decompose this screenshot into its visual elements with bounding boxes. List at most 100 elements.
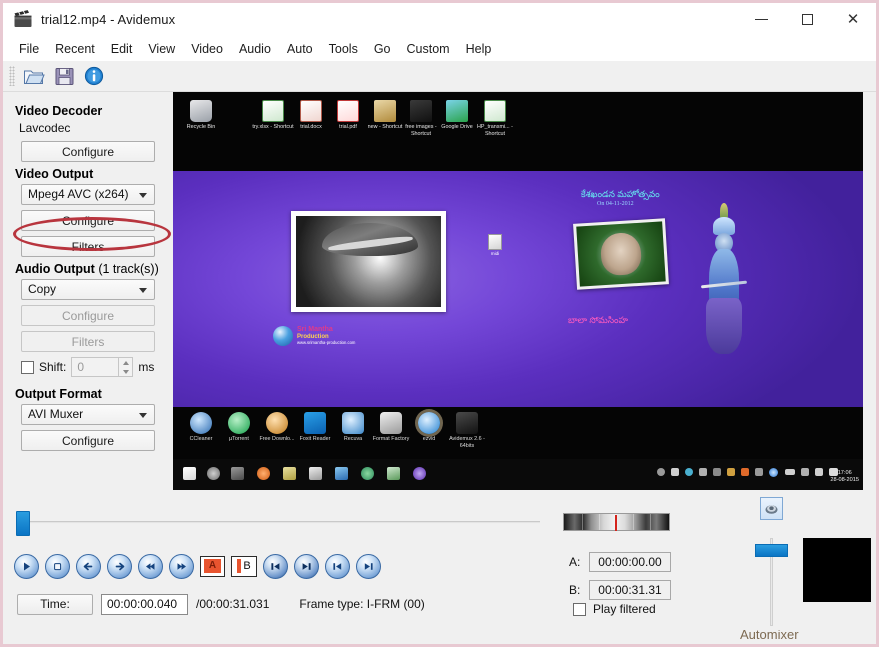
selection-b-row: B: 00:00:31.31 [569, 580, 671, 600]
timeline-slider[interactable] [12, 508, 540, 536]
output-format-configure-button[interactable]: Configure [21, 430, 155, 451]
play-filtered-label: Play filtered [593, 602, 656, 616]
preview-overlay-date: On 04-11-2012 [597, 201, 634, 207]
tray-icon-2 [671, 468, 679, 476]
toolbar-drag-handle[interactable] [9, 66, 15, 86]
menu-custom[interactable]: Custom [399, 39, 458, 59]
recuva-icon [342, 412, 364, 434]
menu-view[interactable]: View [140, 39, 183, 59]
menu-video[interactable]: Video [183, 39, 231, 59]
marker-b-button[interactable]: B [231, 555, 257, 577]
audio-output-configure-button[interactable]: Configure [21, 305, 155, 326]
video-output-filters-button[interactable]: Filters [21, 236, 155, 257]
menu-tools[interactable]: Tools [321, 39, 366, 59]
audio-shift-checkbox[interactable] [21, 360, 34, 374]
current-time-input[interactable]: 00:00:00.040 [101, 593, 188, 615]
desktop-icon-recycle-bin: Recycle Bin [179, 100, 223, 131]
timeline-track[interactable] [24, 521, 540, 524]
menu-recent[interactable]: Recent [47, 39, 103, 59]
music-note-icon [410, 100, 432, 122]
audio-output-track-count: (1 track(s)) [98, 262, 159, 276]
ccleaner-icon [190, 412, 212, 434]
audio-shift-stepper[interactable]: 0 [71, 357, 134, 377]
start-button-icon [183, 467, 196, 480]
volume-tray-icon [815, 468, 823, 476]
format-factory-icon [380, 412, 402, 434]
file-icon [488, 234, 502, 250]
last-frame-button[interactable] [356, 553, 381, 579]
dhoti-shape [706, 298, 742, 354]
audio-shift-row: Shift: 0 ms [21, 357, 161, 377]
previous-button[interactable] [76, 553, 101, 579]
minimize-button[interactable] [738, 3, 784, 36]
pdf-file-icon [337, 100, 359, 122]
save-file-icon[interactable] [49, 63, 79, 89]
volume-slider[interactable] [755, 538, 788, 626]
menu-help[interactable]: Help [458, 39, 500, 59]
close-button[interactable]: ✕ [830, 3, 876, 36]
output-format-heading: Output Format [15, 387, 102, 401]
menu-auto[interactable]: Auto [279, 39, 321, 59]
first-frame-button[interactable] [325, 553, 350, 579]
video-output-codec-select[interactable]: Mpeg4 AVC (x264) [21, 184, 155, 205]
selection-a-field[interactable]: 00:00:00.00 [589, 552, 671, 572]
tray-icon-5 [713, 468, 721, 476]
next-keyframe-button[interactable] [294, 553, 319, 579]
audio-shift-spin-buttons[interactable] [118, 358, 133, 376]
open-file-icon[interactable] [19, 63, 49, 89]
menu-edit[interactable]: Edit [103, 39, 141, 59]
store-icon [309, 467, 322, 480]
volume-button[interactable] [760, 497, 783, 520]
studio-name-line1: Sri Mantha [297, 326, 333, 334]
toolbar [3, 61, 876, 92]
forward-button[interactable] [169, 553, 194, 579]
spin-down-icon[interactable] [122, 369, 129, 374]
menu-audio[interactable]: Audio [231, 39, 279, 59]
spin-up-icon[interactable] [122, 360, 129, 365]
battery-icon [785, 469, 795, 475]
stop-button[interactable] [45, 553, 70, 579]
speaker-icon [765, 505, 778, 514]
play-filtered-checkbox[interactable] [573, 602, 586, 616]
play-button[interactable] [14, 553, 39, 579]
menu-go[interactable]: Go [366, 39, 399, 59]
edge-browser-icon [257, 467, 270, 480]
audio-output-heading: Audio Output (1 track(s)) [15, 262, 161, 276]
output-format-muxer-select[interactable]: AVI Muxer [21, 404, 155, 425]
marker-a-button[interactable]: A [200, 555, 225, 577]
audio-output-mode-select[interactable]: Copy [21, 279, 155, 300]
search-icon [207, 467, 220, 480]
studio-website: www.srimantha-production.com [297, 340, 356, 346]
video-output-configure-button[interactable]: Configure [21, 210, 155, 231]
excel-file-icon [484, 100, 506, 122]
tray-icon-9 [769, 468, 778, 477]
selection-b-field[interactable]: 00:00:31.31 [589, 580, 671, 600]
rewind-button[interactable] [138, 553, 163, 579]
video-decoder-configure-button[interactable]: Configure [21, 141, 155, 162]
audio-output-filters-button[interactable]: Filters [21, 331, 155, 352]
audio-shift-units: ms [138, 360, 155, 374]
previous-keyframe-button[interactable] [263, 553, 288, 579]
menu-file[interactable]: File [11, 39, 47, 59]
volume-handle[interactable] [755, 544, 788, 557]
app-window-icon [387, 467, 400, 480]
avidemux-window: trial12.mp4 - Avidemux ✕ File Recent Edi… [0, 0, 879, 647]
timeline-handle[interactable] [16, 511, 30, 536]
info-icon[interactable] [79, 63, 109, 89]
marker-b-label: B [243, 560, 251, 572]
maximize-button[interactable] [784, 3, 830, 36]
audio-output-heading-text: Audio Output [15, 262, 95, 276]
audio-output-mode-value: Copy [28, 282, 57, 296]
next-button[interactable] [107, 553, 132, 579]
tray-icon-1 [657, 468, 665, 476]
network-tray-icon [801, 468, 809, 476]
time-button[interactable]: Time: [17, 593, 93, 615]
selection-a-row: A: 00:00:00.00 [569, 552, 671, 572]
frame-type-label: Frame type: [299, 597, 364, 611]
video-output-heading: Video Output [15, 167, 94, 181]
total-duration-label: /00:00:31.031 [196, 597, 270, 611]
tray-icon-7 [741, 468, 749, 476]
excel-file-icon [262, 100, 284, 122]
selection-b-label: B: [569, 583, 581, 597]
video-preview[interactable]: Recycle Bin try.xlsx - Shortcut trial.do… [173, 92, 863, 490]
